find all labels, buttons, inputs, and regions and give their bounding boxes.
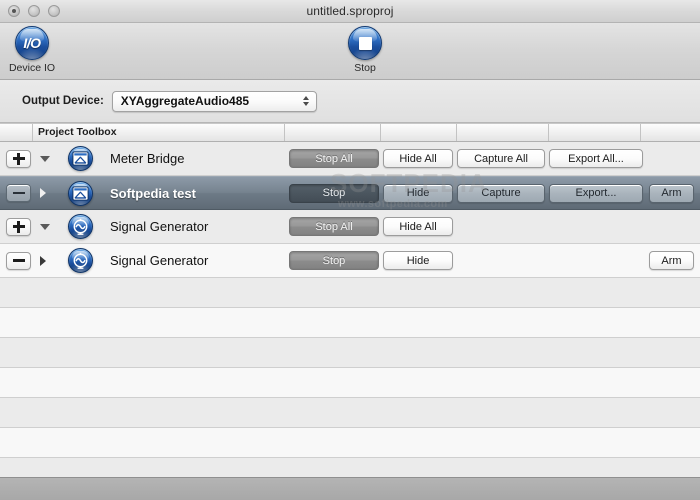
stop-button[interactable]: Stop bbox=[289, 183, 379, 203]
close-button[interactable] bbox=[8, 5, 20, 17]
empty-row[interactable] bbox=[0, 368, 700, 398]
chevron-updown-icon bbox=[302, 96, 309, 106]
signal-generator-icon bbox=[68, 248, 93, 273]
device-io-icon: I/O bbox=[15, 26, 49, 60]
row-title: Signal Generator bbox=[110, 219, 209, 234]
add-row-button[interactable] bbox=[6, 217, 31, 236]
hide-all-button[interactable]: Hide All bbox=[383, 149, 453, 168]
chevron-right-icon[interactable] bbox=[40, 255, 46, 266]
column-header-1[interactable] bbox=[284, 124, 380, 141]
device-io-glyph: I/O bbox=[23, 35, 41, 51]
hide-all-button[interactable]: Hide All bbox=[383, 217, 453, 236]
table-row[interactable]: Softpedia test Stop Hide Capture Export... Ar… bbox=[0, 176, 700, 210]
export-button[interactable]: Export... bbox=[549, 183, 643, 203]
capture-all-button[interactable]: Capture All bbox=[457, 149, 545, 168]
stop-all-button[interactable]: Stop All bbox=[289, 149, 379, 168]
application-window: untitled.sproproj I/O Device IO Stop Out… bbox=[0, 0, 700, 500]
column-header-0[interactable]: Project Toolbox bbox=[32, 124, 284, 141]
add-row-button[interactable] bbox=[6, 149, 31, 168]
meter-bridge-icon bbox=[68, 180, 93, 206]
empty-row[interactable] bbox=[0, 428, 700, 458]
zoom-button[interactable] bbox=[48, 5, 60, 17]
toolbar: I/O Device IO Stop bbox=[0, 23, 700, 80]
signal-generator-icon bbox=[68, 214, 93, 239]
empty-row[interactable] bbox=[0, 308, 700, 338]
remove-row-button[interactable] bbox=[6, 251, 31, 270]
traffic-light-group bbox=[8, 5, 60, 17]
arm-button[interactable]: Arm bbox=[649, 183, 694, 203]
column-header-2[interactable] bbox=[380, 124, 456, 141]
stop-all-button[interactable]: Stop All bbox=[289, 217, 379, 236]
title-bar: untitled.sproproj bbox=[0, 0, 700, 23]
chevron-right-icon[interactable] bbox=[40, 188, 46, 198]
row-title: Signal Generator bbox=[110, 253, 209, 268]
column-header-3[interactable] bbox=[456, 124, 548, 141]
capture-button[interactable]: Capture bbox=[457, 183, 545, 203]
window-footer bbox=[0, 477, 700, 500]
project-toolbox-list: Meter Bridge Stop All Hide All Capture All E… bbox=[0, 142, 700, 488]
chevron-down-icon[interactable] bbox=[40, 223, 50, 230]
hide-button[interactable]: Hide bbox=[383, 183, 453, 203]
stop-square-glyph bbox=[358, 36, 372, 50]
output-device-value: XYAggregateAudio485 bbox=[120, 94, 250, 108]
output-device-label: Output Device: bbox=[22, 95, 104, 107]
toolbar-label-device-io: Device IO bbox=[8, 62, 56, 74]
table-row[interactable]: Signal Generator Stop All Hide All bbox=[0, 210, 700, 244]
empty-row[interactable] bbox=[0, 278, 700, 308]
arm-button[interactable]: Arm bbox=[649, 251, 694, 270]
table-row[interactable]: Signal Generator Stop Hide Arm bbox=[0, 244, 700, 278]
row-title: Meter Bridge bbox=[110, 151, 185, 166]
empty-row[interactable] bbox=[0, 398, 700, 428]
hide-button[interactable]: Hide bbox=[383, 251, 453, 270]
export-all-button[interactable]: Export All... bbox=[549, 149, 643, 168]
output-device-select[interactable]: XYAggregateAudio485 bbox=[111, 90, 317, 112]
toolbar-label-stop: Stop bbox=[354, 62, 376, 74]
output-device-bar: Output Device: XYAggregateAudio485 bbox=[0, 80, 700, 123]
stop-button[interactable]: Stop bbox=[289, 251, 379, 270]
window-title: untitled.sproproj bbox=[306, 4, 394, 18]
toolbar-button-stop[interactable]: Stop bbox=[325, 26, 405, 74]
chevron-down-icon[interactable] bbox=[40, 155, 50, 162]
toolbar-button-device-io[interactable]: I/O Device IO bbox=[0, 26, 72, 74]
remove-row-button[interactable] bbox=[6, 184, 31, 202]
table-header: Project Toolbox bbox=[0, 123, 700, 142]
empty-row[interactable] bbox=[0, 338, 700, 368]
row-title: Softpedia test bbox=[110, 185, 196, 201]
meter-bridge-icon bbox=[68, 146, 93, 171]
table-row[interactable]: Meter Bridge Stop All Hide All Capture All E… bbox=[0, 142, 700, 176]
column-header-5[interactable] bbox=[640, 124, 700, 141]
minimize-button[interactable] bbox=[28, 5, 40, 17]
column-header-4[interactable] bbox=[548, 124, 640, 141]
stop-icon bbox=[348, 26, 382, 60]
